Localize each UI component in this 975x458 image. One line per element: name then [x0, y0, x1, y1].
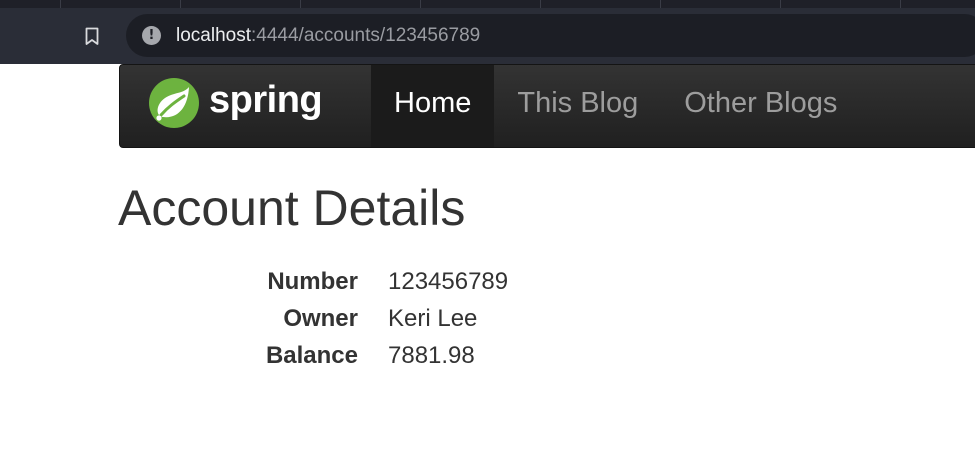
tab-separator	[900, 0, 901, 8]
detail-value: Keri Lee	[388, 304, 478, 332]
tab-separator	[540, 0, 541, 8]
brand-name: spring	[209, 79, 323, 121]
url-path: :4444/accounts/123456789	[251, 25, 481, 46]
nav-menu: Home This Blog Other Blogs	[371, 65, 860, 147]
spring-leaf-icon	[149, 78, 199, 128]
tab-separator	[300, 0, 301, 8]
info-icon[interactable]: !	[142, 26, 161, 45]
tab-separator	[180, 0, 181, 8]
detail-row-owner: Owner Keri Lee	[200, 300, 508, 337]
page-title: Account Details	[118, 180, 466, 236]
tab-separator	[420, 0, 421, 8]
address-bar[interactable]: ! localhost:4444/accounts/123456789	[126, 14, 975, 57]
nav-item-other-blogs[interactable]: Other Blogs	[661, 65, 860, 147]
detail-row-balance: Balance 7881.98	[200, 337, 508, 374]
detail-label: Number	[267, 267, 358, 295]
tab-separator	[780, 0, 781, 8]
detail-row-number: Number 123456789	[200, 263, 508, 300]
url-host: localhost	[176, 25, 251, 46]
detail-label: Balance	[265, 341, 358, 369]
bookmark-icon[interactable]	[82, 26, 102, 46]
nav-item-this-blog[interactable]: This Blog	[494, 65, 661, 147]
tab-separator	[60, 0, 61, 8]
detail-label: Owner	[283, 304, 358, 332]
navbar: spring Home This Blog Other Blogs	[119, 64, 975, 148]
detail-value: 7881.98	[388, 341, 475, 369]
url-text[interactable]: localhost:4444/accounts/123456789	[176, 25, 480, 47]
brand[interactable]: spring	[148, 77, 323, 129]
tab-strip	[0, 0, 975, 8]
nav-item-home[interactable]: Home	[371, 65, 495, 147]
tab-separator	[660, 0, 661, 8]
browser-toolbar: ! localhost:4444/accounts/123456789	[0, 8, 975, 64]
account-details-table: Number 123456789 Owner Keri Lee Balance …	[200, 263, 508, 374]
detail-value: 123456789	[388, 267, 509, 295]
